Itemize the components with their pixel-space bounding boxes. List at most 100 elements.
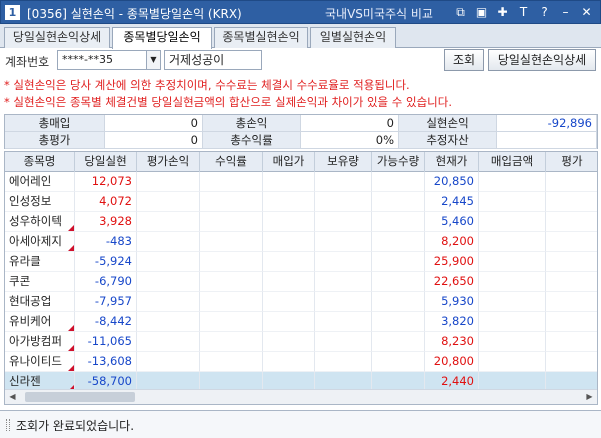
window-link-icon[interactable]: ⧉ bbox=[453, 4, 468, 20]
empty-cell bbox=[372, 272, 425, 292]
current-price-cell: 5,930 bbox=[425, 292, 479, 312]
est-asset-label: 추정자산 bbox=[399, 132, 497, 149]
col-header-current-price[interactable]: 현재가 bbox=[425, 152, 479, 172]
empty-cell bbox=[263, 292, 315, 312]
tab-daily-realized-detail[interactable]: 당일실현손익상세 bbox=[4, 27, 110, 48]
current-price-cell: 3,820 bbox=[425, 312, 479, 332]
flag-marker-icon bbox=[68, 225, 74, 231]
empty-cell bbox=[479, 292, 546, 312]
table-row[interactable]: 아가방컴퍼 -11,065 8,230 bbox=[5, 332, 597, 352]
empty-cell bbox=[137, 232, 200, 252]
realized-cell: -6,790 bbox=[75, 272, 137, 292]
tab-daily-realized-pl[interactable]: 일별실현손익 bbox=[310, 27, 396, 48]
col-header-name[interactable]: 종목명 bbox=[5, 152, 75, 172]
account-number-field[interactable]: ****-**35 bbox=[57, 50, 147, 70]
empty-cell bbox=[372, 352, 425, 372]
table-row[interactable]: 현대공업 -7,957 5,930 bbox=[5, 292, 597, 312]
table-row[interactable]: 유나이티드 -13,608 20,800 bbox=[5, 352, 597, 372]
total-buy-label: 총매입 bbox=[5, 115, 105, 132]
col-header-eval-pl[interactable]: 평가손익 bbox=[137, 152, 200, 172]
empty-cell bbox=[372, 232, 425, 252]
tab-stock-daily-pl[interactable]: 종목별당일손익 bbox=[112, 27, 212, 49]
col-header-buy-amount[interactable]: 매입금액 bbox=[479, 152, 546, 172]
stock-name-cell: 유나이티드 bbox=[5, 352, 75, 372]
table-row[interactable]: 성우하이텍 3,928 5,460 bbox=[5, 212, 597, 232]
empty-cell bbox=[372, 192, 425, 212]
stock-name-cell: 유비케어 bbox=[5, 312, 75, 332]
horizontal-scrollbar[interactable]: ◀ ▶ bbox=[5, 389, 597, 404]
empty-cell bbox=[315, 292, 372, 312]
empty-cell bbox=[546, 352, 597, 372]
empty-cell bbox=[315, 172, 372, 192]
query-button[interactable]: 조회 bbox=[444, 49, 484, 71]
table-row[interactable]: 에어레인 12,073 20,850 bbox=[5, 172, 597, 192]
account-dropdown-button[interactable]: ▼ bbox=[147, 50, 161, 70]
window-tile-icon[interactable]: ▣ bbox=[474, 4, 489, 20]
empty-cell bbox=[315, 312, 372, 332]
daily-detail-button[interactable]: 당일실현손익상세 bbox=[488, 49, 596, 71]
realized-cell: -7,957 bbox=[75, 292, 137, 312]
notice-line-1: * 실현손익은 당사 계산에 의한 추정치이며, 수수료는 체결시 수수료율로 … bbox=[4, 78, 410, 92]
realized-cell: -11,065 bbox=[75, 332, 137, 352]
scrollbar-thumb[interactable] bbox=[25, 392, 135, 402]
realized-cell: -5,924 bbox=[75, 252, 137, 272]
empty-cell bbox=[546, 232, 597, 252]
empty-cell bbox=[263, 232, 315, 252]
total-rate-label: 총수익률 bbox=[203, 132, 301, 149]
flag-marker-icon bbox=[68, 365, 74, 371]
stock-name-cell: 현대공업 bbox=[5, 292, 75, 312]
empty-cell bbox=[137, 312, 200, 332]
realized-cell: 12,073 bbox=[75, 172, 137, 192]
scroll-right-icon[interactable]: ▶ bbox=[582, 390, 597, 404]
table-row[interactable]: 아세아제지 -483 8,200 bbox=[5, 232, 597, 252]
col-header-rate[interactable]: 수익률 bbox=[200, 152, 263, 172]
account-name-field: 거제성공이 bbox=[164, 50, 262, 70]
empty-cell bbox=[200, 252, 263, 272]
status-message: 조회가 완료되었습니다. bbox=[16, 419, 135, 433]
minimize-icon[interactable]: – bbox=[558, 4, 573, 20]
pin-icon[interactable]: ✚ bbox=[495, 4, 510, 20]
scroll-left-icon[interactable]: ◀ bbox=[5, 390, 20, 404]
empty-cell bbox=[137, 332, 200, 352]
realized-cell: -483 bbox=[75, 232, 137, 252]
empty-cell bbox=[200, 172, 263, 192]
current-price-cell: 8,230 bbox=[425, 332, 479, 352]
current-price-cell: 2,445 bbox=[425, 192, 479, 212]
col-header-holding[interactable]: 보유량 bbox=[315, 152, 372, 172]
col-header-buy-price[interactable]: 매입가 bbox=[263, 152, 315, 172]
notice-line-2: * 실현손익은 종목별 체결건별 당일실현금액의 합산으로 실제손익과 차이가 … bbox=[4, 95, 452, 109]
empty-cell bbox=[137, 272, 200, 292]
holdings-grid[interactable]: 종목명 당일실현 평가손익 수익률 매입가 보유량 가능수량 현재가 매입금액 … bbox=[4, 151, 598, 405]
col-header-available[interactable]: 가능수량 bbox=[372, 152, 425, 172]
table-row[interactable]: 유비케어 -8,442 3,820 bbox=[5, 312, 597, 332]
empty-cell bbox=[372, 212, 425, 232]
empty-cell bbox=[315, 232, 372, 252]
table-row[interactable]: 쿠콘 -6,790 22,650 bbox=[5, 272, 597, 292]
current-price-cell: 20,850 bbox=[425, 172, 479, 192]
stock-name-cell: 성우하이텍 bbox=[5, 212, 75, 232]
stock-name-cell: 유라클 bbox=[5, 252, 75, 272]
est-asset-value bbox=[497, 132, 597, 149]
current-price-cell: 8,200 bbox=[425, 232, 479, 252]
empty-cell bbox=[372, 292, 425, 312]
compare-link[interactable]: 국내VS미국주식 비교 bbox=[325, 5, 433, 22]
close-icon[interactable]: ✕ bbox=[579, 4, 594, 20]
empty-cell bbox=[200, 232, 263, 252]
realized-value: -92,896 bbox=[497, 115, 597, 132]
col-header-realized[interactable]: 당일실현 bbox=[75, 152, 137, 172]
window-number-badge: 1 bbox=[5, 5, 20, 20]
summary-table: 총매입 0 총손익 0 실현손익 -92,896 총평가 0 총수익률 0% 추… bbox=[4, 114, 598, 149]
stock-name-cell: 아가방컴퍼 bbox=[5, 332, 75, 352]
tab-bar: 당일실현손익상세 종목별당일손익 종목별실현손익 일별실현손익 bbox=[0, 24, 601, 49]
table-row[interactable]: 인성정보 4,072 2,445 bbox=[5, 192, 597, 212]
total-eval-label: 총평가 bbox=[5, 132, 105, 149]
empty-cell bbox=[263, 212, 315, 232]
help-icon[interactable]: ? bbox=[537, 4, 552, 20]
empty-cell bbox=[546, 312, 597, 332]
font-size-icon[interactable]: T bbox=[516, 4, 531, 20]
empty-cell bbox=[200, 332, 263, 352]
table-row[interactable]: 유라클 -5,924 25,900 bbox=[5, 252, 597, 272]
tab-stock-realized-pl[interactable]: 종목별실현손익 bbox=[214, 27, 308, 48]
col-header-eval[interactable]: 평가 bbox=[546, 152, 597, 172]
window-title: [0356] 실현손익 - 종목별당일손익 (KRX) bbox=[27, 7, 242, 21]
